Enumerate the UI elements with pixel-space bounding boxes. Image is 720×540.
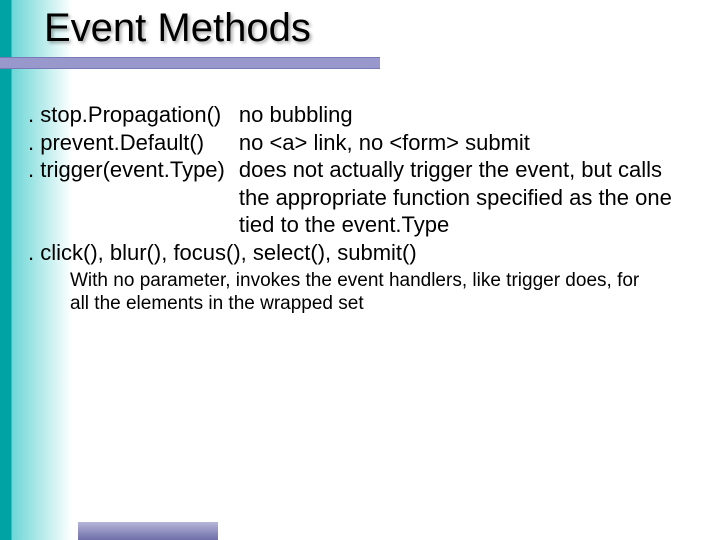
table-row: . prevent.Default() no <a> link, no <for… (28, 129, 692, 157)
method-desc: no bubbling (239, 101, 692, 129)
method-list-line: . click(), blur(), focus(), select(), su… (28, 239, 692, 267)
slide-title: Event Methods (44, 6, 720, 51)
title-area: Event Methods (0, 0, 720, 69)
method-table: . stop.Propagation() no bubbling . preve… (28, 101, 692, 239)
method-name: . stop.Propagation() (28, 101, 239, 129)
title-underline (0, 57, 380, 69)
method-name: . trigger(event.Type) (28, 156, 239, 239)
slide: Event Methods . stop.Propagation() no bu… (0, 0, 720, 540)
sub-note: With no parameter, invokes the event han… (70, 270, 660, 316)
footer-accent (78, 522, 218, 540)
table-row: . trigger(event.Type) does not actually … (28, 156, 692, 239)
method-desc: no <a> link, no <form> submit (239, 129, 692, 157)
table-row: . stop.Propagation() no bubbling (28, 101, 692, 129)
slide-body: . stop.Propagation() no bubbling . preve… (0, 69, 720, 316)
method-name: . prevent.Default() (28, 129, 239, 157)
method-desc: does not actually trigger the event, but… (239, 156, 692, 239)
